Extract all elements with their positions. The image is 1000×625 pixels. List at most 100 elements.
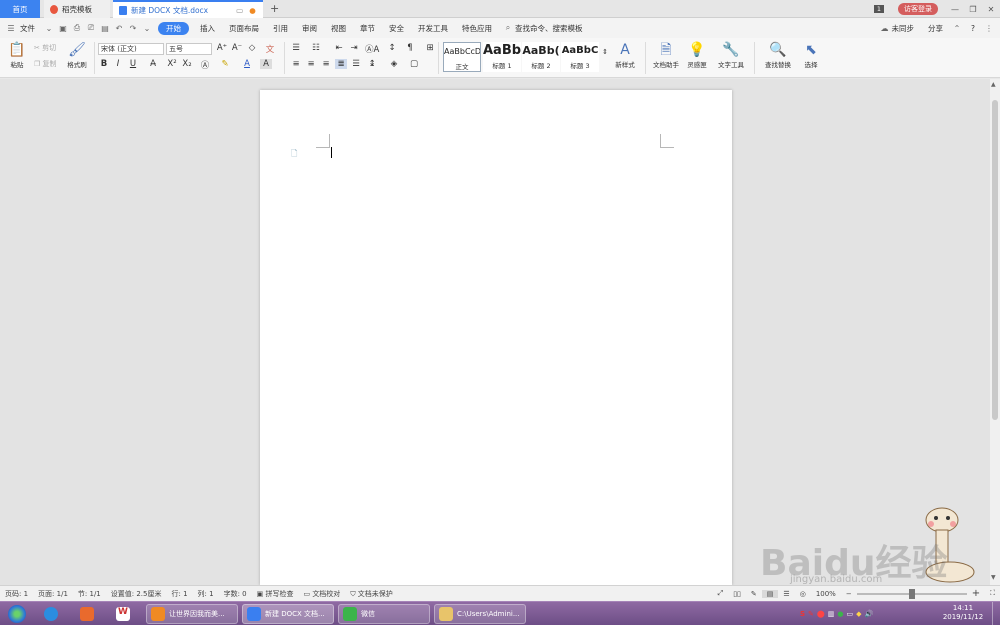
command-search[interactable]: 查找命令、搜索模板 [515,23,590,34]
menu-references[interactable]: 引用 [266,23,295,34]
increase-indent-icon[interactable]: ⇥ [348,43,360,53]
status-section[interactable]: 节: 1/1 [73,589,106,599]
sync-status[interactable]: 未同步 [892,23,922,34]
style-heading-1[interactable]: AaBb 标题 1 [483,42,521,72]
style-normal[interactable]: AaBbCcDd 正文 [443,42,481,72]
doc-assistant-button[interactable]: 🗎 文档助手 [650,41,682,69]
menu-developer[interactable]: 开发工具 [411,23,455,34]
sort-icon[interactable]: ↕ [386,43,398,53]
line-spacing-icon[interactable]: ↨ [366,59,378,69]
text-effect-icon[interactable]: Ⓐ [199,59,211,71]
taskbar-item-wechat[interactable]: 微信 [338,604,430,624]
document-page[interactable]: 🗋 [260,90,732,585]
tray-pen-icon[interactable]: ✎ [808,610,814,618]
export-pdf-icon[interactable]: ⎙ [72,23,82,33]
help-button[interactable]: ? [964,24,982,33]
collapse-ribbon-icon[interactable]: ⌃ [952,24,962,33]
tab-templates[interactable]: 稻壳模板 [44,0,110,18]
menu-chapter[interactable]: 章节 [353,23,382,34]
show-desktop-button[interactable] [992,602,1000,625]
minimize-button[interactable]: — [946,5,964,14]
find-replace-button[interactable]: 🔍 查找替换 [760,41,796,69]
app-taskbar-icon[interactable] [74,604,100,624]
taskbar-item-wps-doc[interactable]: 新建 DOCX 文档... [242,604,334,624]
font-name-select[interactable]: 宋体 (正文) [98,43,164,55]
chinese-layout-icon[interactable]: ⒶA [365,43,379,55]
tab-document[interactable]: 新建 DOCX 文档.docx ▭ ● [113,0,263,18]
share-button[interactable]: 分享 [921,23,950,34]
menu-special[interactable]: 特色应用 [455,23,499,34]
customize-icon[interactable]: ⌄ [142,24,152,33]
menu-home[interactable]: 开始 [158,21,189,35]
print-preview-icon[interactable]: ▤ [100,24,110,33]
distributed-icon[interactable]: ☰ [350,59,362,69]
font-color-icon[interactable]: A [241,59,253,69]
wps-taskbar-icon[interactable]: W [110,604,136,624]
redo-icon[interactable]: ↷ [128,24,138,33]
tab-monitor-icon[interactable]: ▭ [236,6,243,15]
tray-flag-icon[interactable]: ◆ [856,610,861,618]
login-button[interactable]: 访客登录 [898,3,938,15]
scroll-thumb[interactable] [992,100,998,420]
status-pages[interactable]: 页面: 1/1 [33,589,73,599]
shrink-font-icon[interactable]: A⁻ [231,43,243,53]
tray-network-icon[interactable]: ▥ [828,610,835,618]
char-shading-icon[interactable]: A [260,59,272,69]
table-borders-icon[interactable]: ⊞ [424,43,436,53]
fullscreen-icon[interactable]: ⤢ [713,589,729,598]
taskbar-item-explorer[interactable]: C:\Users\Admini... [434,604,526,624]
text-tools-button[interactable]: 🔧 文字工具 [713,41,749,69]
bullet-list-icon[interactable]: ☰ [290,43,302,53]
menu-insert[interactable]: 插入 [193,23,222,34]
zoom-out-icon[interactable]: − [841,590,857,598]
close-button[interactable]: ✕ [982,5,1000,14]
shading-icon[interactable]: ◈ [388,59,400,69]
zoom-in-icon[interactable]: + [967,588,985,599]
select-button[interactable]: ⬉ 选择 [800,41,822,69]
clock[interactable]: 14:11 2019/11/12 [940,604,986,622]
borders-icon[interactable]: ▢ [408,59,420,69]
restore-button[interactable]: ❐ [964,5,982,14]
align-left-icon[interactable]: ≡ [290,59,302,69]
menu-layout[interactable]: 页面布局 [222,23,266,34]
zoom-slider-handle[interactable] [908,588,915,599]
superscript-icon[interactable]: X² [166,59,178,69]
status-col[interactable]: 列: 1 [193,589,219,599]
taskbar-item-browser[interactable]: 让世界因我而美... [146,604,238,624]
status-row[interactable]: 行: 1 [166,589,192,599]
menu-review[interactable]: 审阅 [295,23,324,34]
print-icon[interactable]: ⎚ [86,23,96,33]
read-mode-icon[interactable]: ▯▯ [728,590,746,598]
page-view-icon[interactable]: ▤ [761,589,779,598]
menu-view[interactable]: 视图 [324,23,353,34]
start-button[interactable] [4,604,30,624]
new-tab-button[interactable]: + [270,2,279,15]
paragraph-handle-icon[interactable]: 🗋 [291,148,297,162]
copy-button[interactable]: ❐ 复制 [34,59,57,69]
status-word-count[interactable]: 字数: 0 [219,589,252,599]
justify-icon[interactable]: ≣ [335,59,347,69]
spell-check-button[interactable]: ▣ 拼写检查 [252,589,299,599]
hamburger-icon[interactable]: ☰ [6,24,16,33]
scroll-up-icon[interactable]: ▲ [991,81,996,88]
align-right-icon[interactable]: ≡ [320,59,332,69]
highlight-icon[interactable]: ✎ [219,59,231,69]
status-setting[interactable]: 设置值: 2.5厘米 [106,589,167,599]
phonetic-icon[interactable]: 文 [264,43,276,55]
tray-volume-icon[interactable]: 🔊 [865,610,874,618]
italic-button[interactable]: I [112,59,124,69]
protect-button[interactable]: ⛉ 文档未保护 [345,589,397,599]
badge-count[interactable]: 1 [873,5,884,13]
tab-home[interactable]: 首页 [0,0,40,18]
font-size-select[interactable]: 五号 [166,43,212,55]
ie-taskbar-icon[interactable] [38,604,64,624]
format-painter-button[interactable]: 🖌 格式刷 [64,41,90,69]
decrease-indent-icon[interactable]: ⇤ [333,43,345,53]
underline-button[interactable]: U [127,59,139,69]
strikethrough-icon[interactable]: A̶ [147,59,159,69]
grow-font-icon[interactable]: A⁺ [216,43,228,53]
outline-view-icon[interactable]: ☰ [778,590,794,598]
new-style-button[interactable]: A 新样式 [610,41,640,69]
fit-window-icon[interactable]: ⛶ [985,589,1000,598]
align-center-icon[interactable]: ≡ [305,59,317,69]
